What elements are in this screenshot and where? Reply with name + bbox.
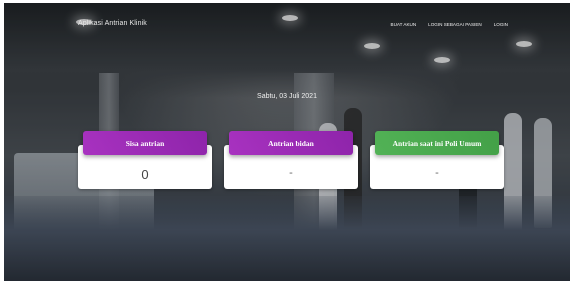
current-date: Sabtu, 03 Juli 2021 <box>257 93 317 100</box>
hero-background: Aplikasi Antrian Klinik BUAT AKUN LOGIN … <box>4 3 570 281</box>
queue-remaining-card: Sisa antrian 0 <box>78 131 212 189</box>
queue-remaining-header: Sisa antrian <box>83 131 207 155</box>
current-general-queue-card: Antrian saat ini Poli Umum - <box>370 131 504 189</box>
nav-login[interactable]: LOGIN <box>494 22 508 27</box>
nav-login-as-patient[interactable]: LOGIN SEBAGAI PASIEN <box>428 22 482 27</box>
current-general-queue-value: - <box>435 167 439 179</box>
queue-remaining-value: 0 <box>141 167 149 182</box>
current-general-queue-header: Antrian saat ini Poli Umum <box>375 131 499 155</box>
midwife-queue-header: Antrian bidan <box>229 131 353 155</box>
top-nav: BUAT AKUN LOGIN SEBAGAI PASIEN LOGIN <box>391 22 508 27</box>
midwife-queue-card: Antrian bidan - <box>224 131 358 189</box>
app-title[interactable]: Aplikasi Antrian Klinik <box>78 20 147 27</box>
nav-create-account[interactable]: BUAT AKUN <box>391 22 417 27</box>
midwife-queue-value: - <box>289 167 293 179</box>
